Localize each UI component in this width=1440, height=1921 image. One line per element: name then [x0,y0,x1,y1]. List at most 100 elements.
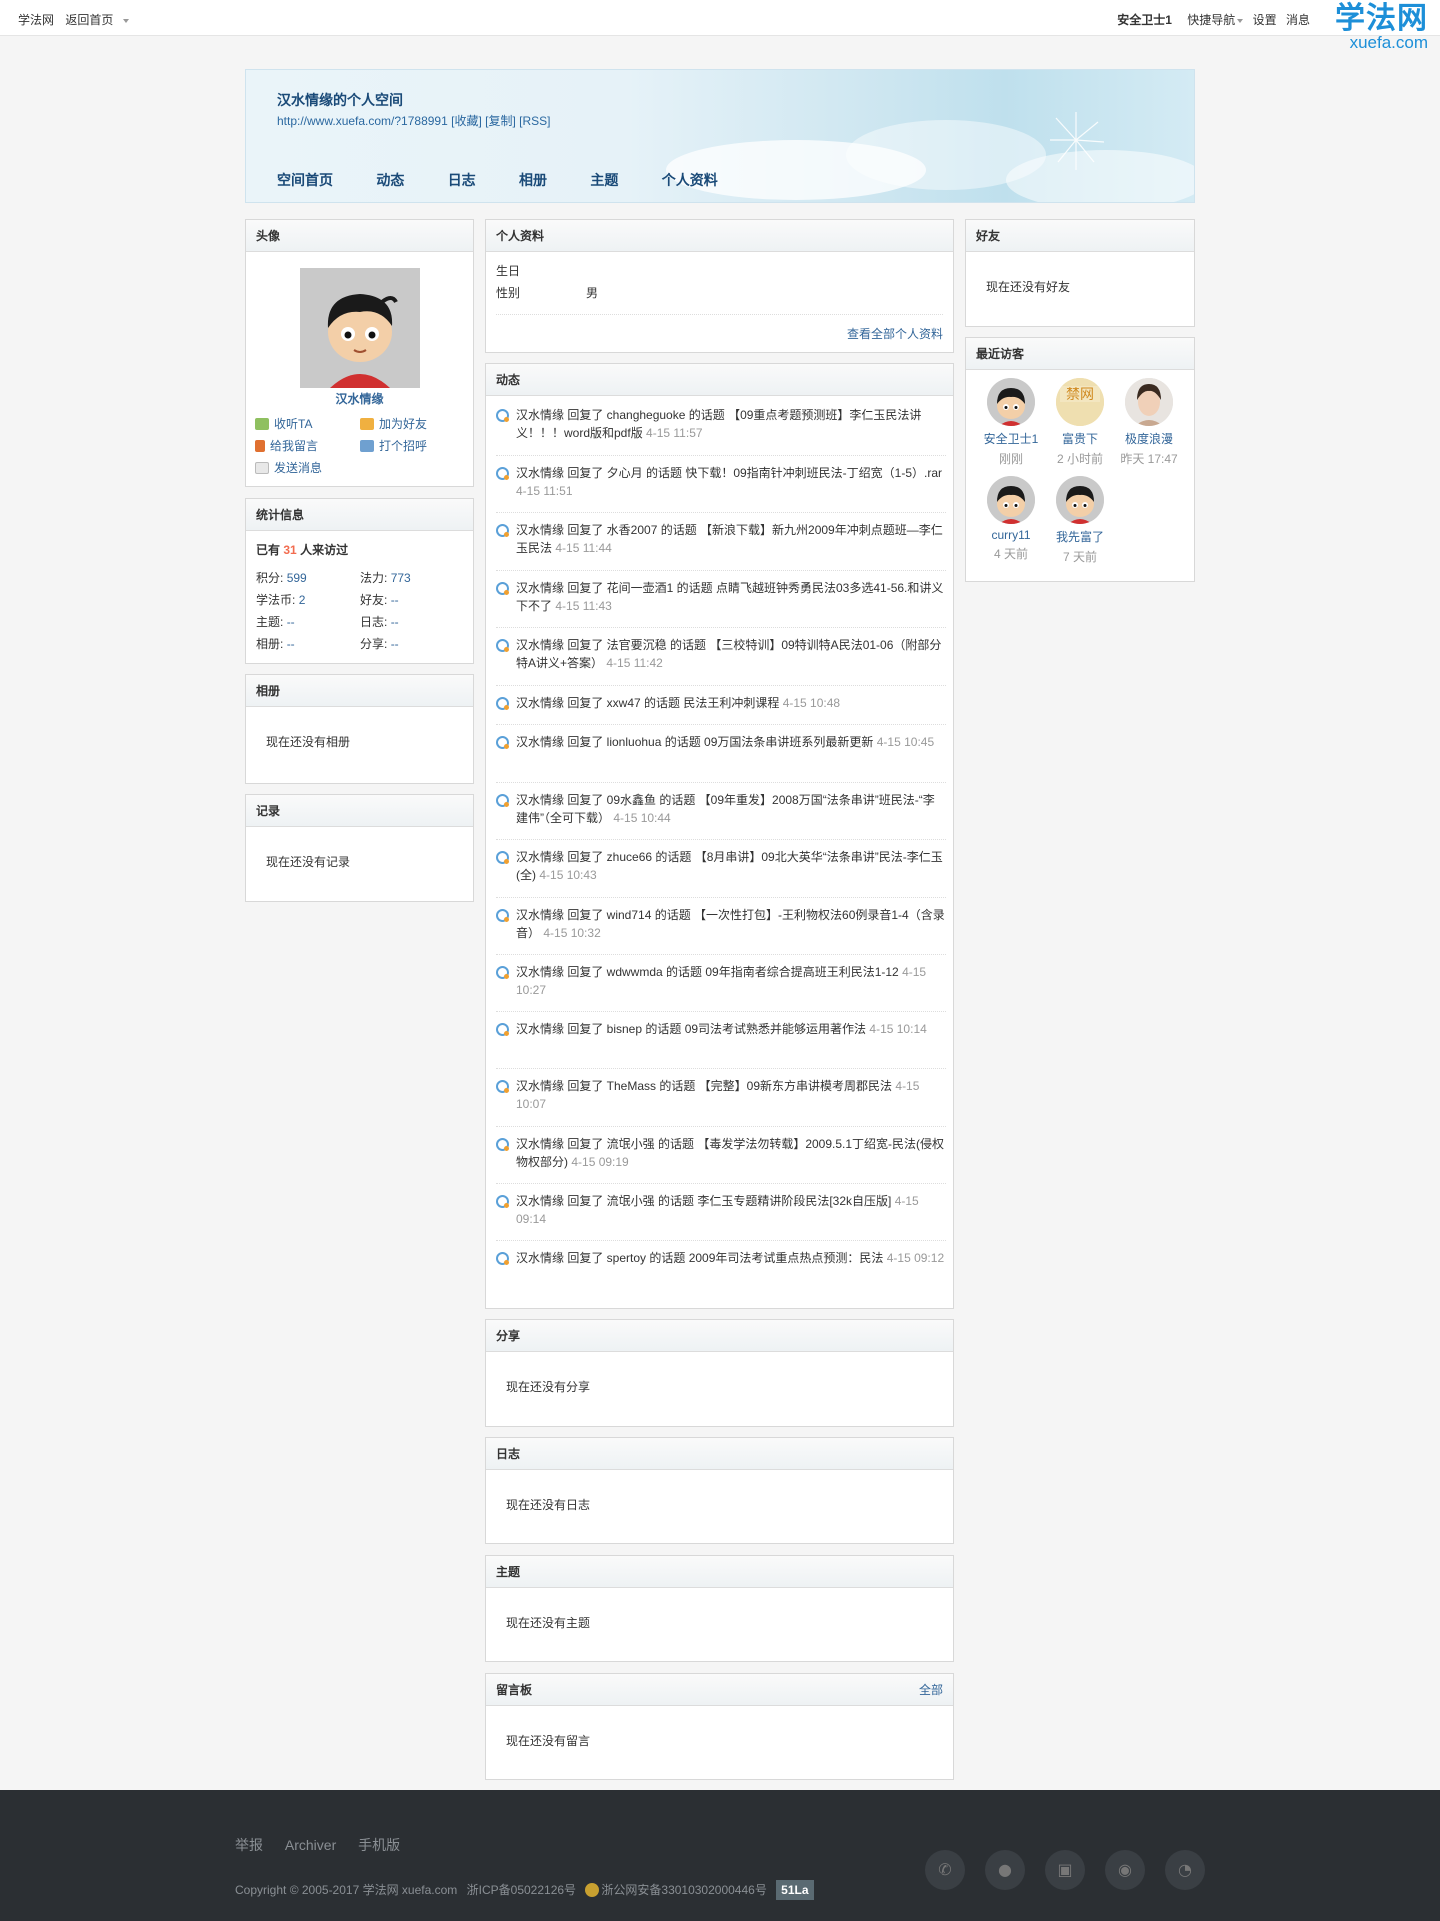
android-icon[interactable]: ▣ [1045,1850,1085,1890]
stat-points: 积分: 599 [256,569,307,586]
apple-icon[interactable]: ● [985,1850,1025,1890]
feed-item[interactable]: 汉水情缘 回复了 流氓小强 的话题 【毒发学法勿转载】2009.5.1丁绍宽-民… [496,1135,946,1171]
site-link[interactable]: 学法网 [18,13,54,27]
nav-album[interactable]: 相册 [519,172,547,188]
feed-box: 动态 汉水情缘 回复了 changheguoke 的话题 【09重点考题预测班】… [485,363,954,1309]
visitor-name[interactable]: 安全卫士1 [976,430,1046,447]
stat-label: 好友: [360,593,388,607]
nav-profile[interactable]: 个人资料 [662,172,718,188]
messages-link[interactable]: 消息 [1286,13,1310,27]
visitor-name[interactable]: 我先富了 [1045,528,1115,545]
stat-value[interactable]: -- [287,637,295,651]
feed-item[interactable]: 汉水情缘 回复了 wind714 的话题 【一次性打包】-王利物权法60例录音1… [496,906,946,942]
visitors-box-title: 最近访客 [966,338,1194,370]
avatar-username[interactable]: 汉水情缘 [246,390,473,407]
wechat-icon[interactable]: ✆ [925,1850,965,1890]
leave-message-button[interactable]: 给我留言 [255,437,318,454]
avatar[interactable] [300,268,420,388]
album-box-title: 相册 [246,675,473,707]
album-empty-text: 现在还没有相册 [266,735,351,749]
feed-item-time: 4-15 10:44 [613,811,671,825]
topic-empty-text: 现在还没有主题 [506,1616,591,1630]
feed-item[interactable]: 汉水情缘 回复了 法官要沉稳 的话题 【三校特训】09特训特A民法01-06（附… [496,636,946,672]
space-url[interactable]: http://www.xuefa.com/?1788991 [收藏] [复制] … [277,112,550,129]
stat-value[interactable]: 773 [391,571,411,585]
add-friend-button[interactable]: 加为好友 [360,415,427,432]
visitor-name[interactable]: 极度浪漫 [1114,430,1184,447]
feed-item-time: 4-15 11:57 [646,426,703,440]
stat-value[interactable]: -- [391,615,399,629]
visitor-time: 昨天 17:47 [1120,452,1178,466]
quicknav-link[interactable]: 快捷导航 [1181,13,1244,27]
nav-blog[interactable]: 日志 [448,172,476,188]
settings-link[interactable]: 设置 [1253,13,1277,27]
stat-value[interactable]: -- [391,593,399,607]
feed-item[interactable]: 汉水情缘 回复了 lionluohua 的话题 09万国法条串讲班系列最新更新 … [496,733,946,751]
nav-space-home[interactable]: 空间首页 [277,172,333,188]
feed-item[interactable]: 汉水情缘 回复了 流氓小强 的话题 李仁玉专题精讲阶段民法[32k自压版] 4-… [496,1192,946,1228]
feed-item[interactable]: 汉水情缘 回复了 09水鑫鱼 的话题 【09年重发】2008万国“法条串讲”班民… [496,791,946,827]
poke-button[interactable]: 打个招呼 [360,437,427,454]
guestbook-empty-text: 现在还没有留言 [506,1734,591,1748]
send-message-label: 发送消息 [274,461,323,475]
visitor-item[interactable]: 禁网 富贵下 2 小时前 [1045,378,1115,467]
police-link[interactable]: 浙公网安备33010302000446号 [601,1883,766,1897]
weibo-icon[interactable]: ◉ [1105,1850,1145,1890]
visitor-item[interactable]: 我先富了 7 天前 [1045,476,1115,565]
icp-link[interactable]: 浙ICP备05022126号 [467,1883,576,1897]
profile-box-title: 个人资料 [486,220,953,252]
feed-item[interactable]: 汉水情缘 回复了 花间一壶酒1 的话题 点睛飞越班钟秀勇民法03多选41-56.… [496,579,946,615]
pencil-icon [255,440,265,452]
user-link[interactable]: 安全卫士1 [1117,13,1172,27]
view-full-profile-link[interactable]: 查看全部个人资料 [847,325,943,342]
follow-button[interactable]: 收听TA [255,415,312,432]
rss-icon[interactable]: ◔ [1165,1850,1205,1890]
visitor-item[interactable]: curry11 4 天前 [976,476,1046,562]
visitor-name[interactable]: 富贵下 [1045,430,1115,447]
chevron-down-icon [123,18,130,23]
send-message-button[interactable]: 发送消息 [255,459,322,476]
visit-count-text: 已有 31 人来访过 [256,541,348,558]
feed-item-text: 汉水情缘 回复了 TheMass 的话题 【完整】09新东方串讲模考周郡民法 [516,1079,893,1093]
archiver-link[interactable]: Archiver [285,1837,336,1853]
visitor-item[interactable]: 安全卫士1 刚刚 [976,378,1046,467]
feed-item[interactable]: 汉水情缘 回复了 zhuce66 的话题 【8月串讲】09北大英华“法条串讲”民… [496,848,946,884]
add-friend-icon [360,418,374,430]
feed-separator [496,685,946,686]
nav-feed[interactable]: 动态 [376,172,404,188]
feed-item[interactable]: 汉水情缘 回复了 spertoy 的话题 2009年司法考试重点热点预测：民法 … [496,1249,946,1267]
feed-item[interactable]: 汉水情缘 回复了 TheMass 的话题 【完整】09新东方串讲模考周郡民法 4… [496,1077,946,1113]
visitor-avatar: 禁网 [1056,378,1104,426]
visitor-name[interactable]: curry11 [976,528,1046,542]
feed-item[interactable]: 汉水情缘 回复了 changheguoke 的话题 【09重点考题预测班】李仁玉… [496,406,946,442]
footer-copyright: Copyright © 2005-2017 学法网 xuefa.com 浙ICP… [235,1880,820,1900]
nav-topic[interactable]: 主题 [590,172,618,188]
stats-box: 统计信息 已有 31 人来访过 积分: 599 法力: 773 学法币: 2 好… [245,498,474,664]
visitor-item[interactable]: 极度浪漫 昨天 17:47 [1114,378,1184,467]
feed-item[interactable]: 汉水情缘 回复了 bisnep 的话题 09司法考试熟悉并能够运用著作法 4-1… [496,1020,946,1038]
feed-item-text: 汉水情缘 回复了 changheguoke 的话题 【09重点考题预测班】李仁玉… [516,408,922,440]
feed-item[interactable]: 汉水情缘 回复了 夕心月 的话题 快下载！09指南针冲刺班民法-丁绍宽（1-5）… [496,464,946,500]
stats-badge[interactable]: 51La [776,1880,814,1900]
guestbook-all-link[interactable]: 全部 [919,1674,943,1706]
feed-item[interactable]: 汉水情缘 回复了 xxw47 的话题 民法王利冲刺课程 4-15 10:48 [496,694,946,712]
home-link[interactable]: 返回首页 [65,13,130,27]
reply-icon [496,966,509,979]
feed-separator [496,1126,946,1127]
report-link[interactable]: 举报 [235,1837,263,1853]
feed-item-text: 汉水情缘 回复了 lionluohua 的话题 09万国法条串讲班系列最新更新 [516,735,874,749]
stat-value[interactable]: 2 [299,593,306,607]
stat-value[interactable]: -- [391,637,399,651]
mobile-link[interactable]: 手机版 [358,1837,400,1853]
feed-item-time: 4-15 10:14 [869,1022,927,1036]
visitors-box: 最近访客 安全卫士1 刚刚 禁网 富贵下 2 小时前 极度浪漫 昨天 17:47… [965,337,1195,582]
feed-item[interactable]: 汉水情缘 回复了 水香2007 的话题 【新浪下载】新九州2009年冲刺点题班—… [496,521,946,557]
stat-blogs: 日志: -- [360,613,399,630]
feed-item[interactable]: 汉水情缘 回复了 wdwwmda 的话题 09年指南者综合提高班王利民法1-12… [496,963,946,999]
feed-item-time: 4-15 09:19 [571,1155,629,1169]
stat-value[interactable]: 599 [287,571,307,585]
blog-empty-text: 现在还没有日志 [506,1498,591,1512]
stat-value[interactable]: -- [287,615,295,629]
police-badge-icon [585,1883,600,1897]
space-title[interactable]: 汉水情缘的个人空间 [277,90,403,110]
